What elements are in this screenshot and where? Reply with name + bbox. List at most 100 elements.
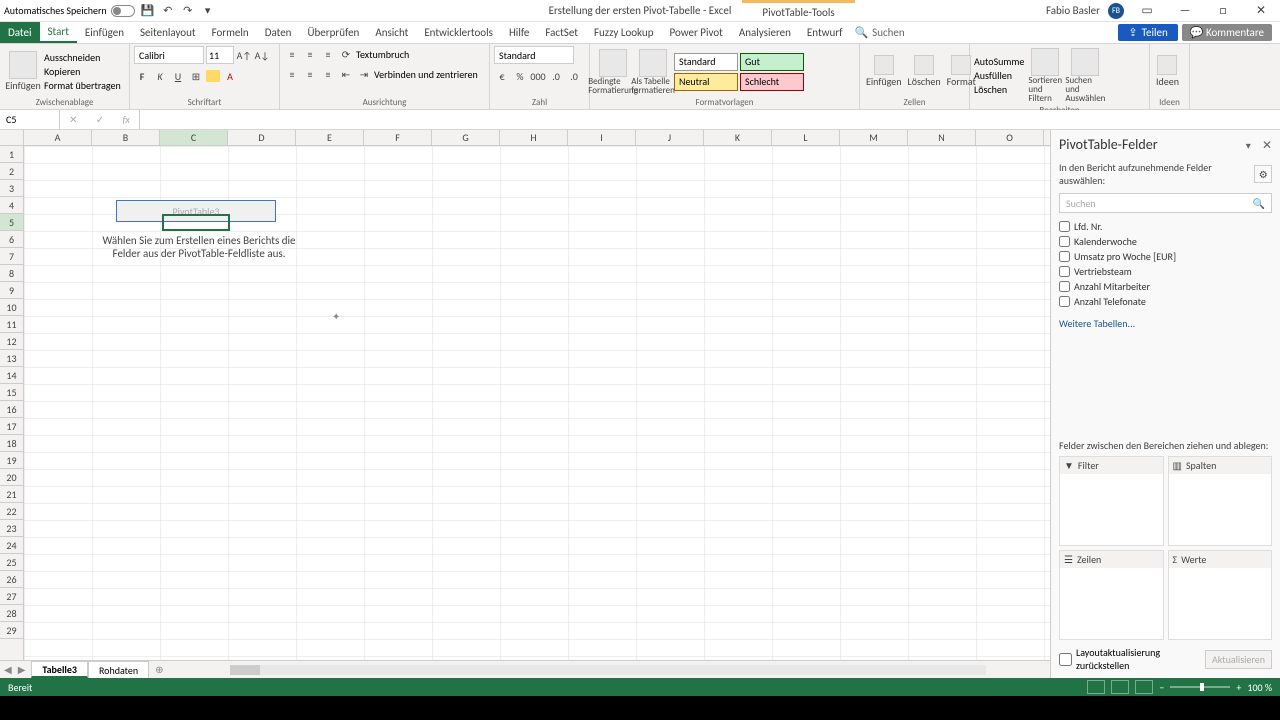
- decrease-decimal-icon[interactable]: .0: [566, 68, 582, 84]
- col-header-o[interactable]: O: [976, 130, 1044, 145]
- tab-factset[interactable]: FactSet: [537, 22, 586, 43]
- col-header-h[interactable]: H: [500, 130, 568, 145]
- align-right-icon[interactable]: ≡: [320, 66, 336, 82]
- ideas-button[interactable]: Ideen: [1154, 53, 1181, 90]
- maximize-icon[interactable]: □: [1208, 1, 1238, 21]
- zoom-in-icon[interactable]: +: [1236, 681, 1241, 694]
- ribbon-mode-icon[interactable]: ▭: [1132, 1, 1162, 21]
- row-header-25[interactable]: 25: [0, 554, 23, 571]
- cell-style-standard[interactable]: Standard: [674, 53, 738, 71]
- close-icon[interactable]: ✕: [1246, 1, 1276, 21]
- number-format-combo[interactable]: Standard: [494, 46, 574, 64]
- tab-hilfe[interactable]: Hilfe: [501, 22, 537, 43]
- align-left-icon[interactable]: ≡: [284, 66, 300, 82]
- format-as-table-button[interactable]: Als Tabelle formatieren: [634, 47, 672, 97]
- field-search-input[interactable]: Suchen 🔍: [1059, 193, 1272, 213]
- col-header-g[interactable]: G: [432, 130, 500, 145]
- col-header-m[interactable]: M: [840, 130, 908, 145]
- row-header-12[interactable]: 12: [0, 333, 23, 350]
- worksheet-grid[interactable]: PivotTable3 Wählen Sie zum Erstellen ein…: [24, 146, 1050, 660]
- conditional-formatting-button[interactable]: Bedingte Formatierung: [594, 47, 632, 97]
- autosum-button[interactable]: AutoSumme: [974, 55, 1024, 68]
- autosave-toggle[interactable]: [111, 5, 135, 17]
- row-header-8[interactable]: 8: [0, 265, 23, 282]
- field-item[interactable]: Umsatz pro Woche [EUR]: [1059, 249, 1272, 264]
- currency-icon[interactable]: €: [494, 68, 510, 84]
- tab-seitenlayout[interactable]: Seitenlayout: [132, 22, 204, 43]
- comments-button[interactable]: 💬 Kommentare: [1182, 24, 1272, 41]
- tab-analysieren[interactable]: Analysieren: [731, 22, 799, 43]
- tab-entwurf[interactable]: Entwurf: [799, 22, 851, 43]
- row-header-4[interactable]: 4: [0, 197, 23, 214]
- zoom-out-icon[interactable]: −: [1159, 681, 1164, 694]
- minimize-icon[interactable]: —: [1170, 1, 1200, 21]
- align-top-icon[interactable]: ≡: [284, 46, 300, 62]
- tab-fuzzy-lookup[interactable]: Fuzzy Lookup: [586, 22, 662, 43]
- name-box[interactable]: C5: [0, 110, 60, 129]
- delete-cells-button[interactable]: Löschen: [906, 53, 943, 90]
- page-layout-view-icon[interactable]: [1111, 680, 1129, 694]
- fill-color-icon[interactable]: [206, 70, 220, 82]
- format-painter-button[interactable]: Format übertragen: [44, 79, 121, 92]
- row-header-18[interactable]: 18: [0, 435, 23, 452]
- tell-me-search[interactable]: 🔍 Suchen: [854, 26, 904, 39]
- font-color-icon[interactable]: A: [222, 68, 238, 84]
- fx-icon[interactable]: fx: [122, 113, 129, 126]
- sheet-tab-active[interactable]: Tabelle3: [31, 661, 88, 678]
- tab-ueberpruefen[interactable]: Überprüfen: [299, 22, 367, 43]
- wrap-text-button[interactable]: Textumbruch: [356, 48, 409, 61]
- row-header-15[interactable]: 15: [0, 384, 23, 401]
- merge-button[interactable]: Verbinden und zentrieren: [374, 68, 478, 81]
- drop-area-rows[interactable]: ☰Zeilen: [1059, 550, 1164, 640]
- row-header-24[interactable]: 24: [0, 537, 23, 554]
- row-header-13[interactable]: 13: [0, 350, 23, 367]
- row-header-29[interactable]: 29: [0, 622, 23, 639]
- user-avatar[interactable]: FB: [1108, 3, 1124, 19]
- row-header-28[interactable]: 28: [0, 605, 23, 622]
- active-cell[interactable]: [162, 214, 230, 231]
- col-header-j[interactable]: J: [636, 130, 704, 145]
- tab-power-pivot[interactable]: Power Pivot: [661, 22, 730, 43]
- col-header-a[interactable]: A: [24, 130, 92, 145]
- clear-button[interactable]: Löschen: [974, 83, 1024, 96]
- comma-icon[interactable]: 000: [530, 68, 546, 84]
- col-header-d[interactable]: D: [228, 130, 296, 145]
- increase-font-icon[interactable]: A↑: [236, 47, 252, 63]
- row-header-27[interactable]: 27: [0, 588, 23, 605]
- row-header-23[interactable]: 23: [0, 520, 23, 537]
- row-header-11[interactable]: 11: [0, 316, 23, 333]
- insert-cells-button[interactable]: Einfügen: [864, 53, 904, 90]
- row-header-19[interactable]: 19: [0, 452, 23, 469]
- drop-area-filter[interactable]: ▼Filter: [1059, 456, 1164, 546]
- cancel-formula-icon[interactable]: ✕: [69, 113, 77, 126]
- font-name-combo[interactable]: Calibri: [134, 46, 204, 64]
- underline-button[interactable]: U: [170, 68, 186, 84]
- col-header-n[interactable]: N: [908, 130, 976, 145]
- align-center-icon[interactable]: ≡: [302, 66, 318, 82]
- sheet-tab-rohdaten[interactable]: Rohdaten: [88, 661, 149, 678]
- col-header-c[interactable]: C: [160, 130, 228, 145]
- redo-icon[interactable]: ↷: [181, 4, 195, 18]
- bold-button[interactable]: F: [134, 68, 150, 84]
- field-checkbox[interactable]: [1059, 266, 1070, 277]
- row-header-22[interactable]: 22: [0, 503, 23, 520]
- horizontal-scrollbar[interactable]: [230, 665, 986, 675]
- row-header-20[interactable]: 20: [0, 469, 23, 486]
- col-header-i[interactable]: I: [568, 130, 636, 145]
- tab-formeln[interactable]: Formeln: [204, 22, 257, 43]
- tab-daten[interactable]: Daten: [257, 22, 300, 43]
- italic-button[interactable]: K: [152, 68, 168, 84]
- share-button[interactable]: ⇪ Teilen: [1118, 24, 1177, 41]
- field-pane-gear-icon[interactable]: ⚙: [1254, 165, 1272, 183]
- enter-formula-icon[interactable]: ✓: [96, 113, 104, 126]
- page-break-view-icon[interactable]: [1135, 680, 1153, 694]
- field-checkbox[interactable]: [1059, 296, 1070, 307]
- font-size-combo[interactable]: 11: [206, 46, 234, 64]
- find-select-button[interactable]: Suchen und Auswählen: [1066, 46, 1104, 105]
- increase-decimal-icon[interactable]: .0: [548, 68, 564, 84]
- tab-start[interactable]: Start: [40, 22, 77, 43]
- cell-style-gut[interactable]: Gut: [740, 53, 804, 71]
- cell-style-neutral[interactable]: Neutral: [674, 73, 738, 91]
- update-button[interactable]: Aktualisieren: [1205, 650, 1272, 669]
- new-sheet-button[interactable]: ⊕: [155, 663, 163, 676]
